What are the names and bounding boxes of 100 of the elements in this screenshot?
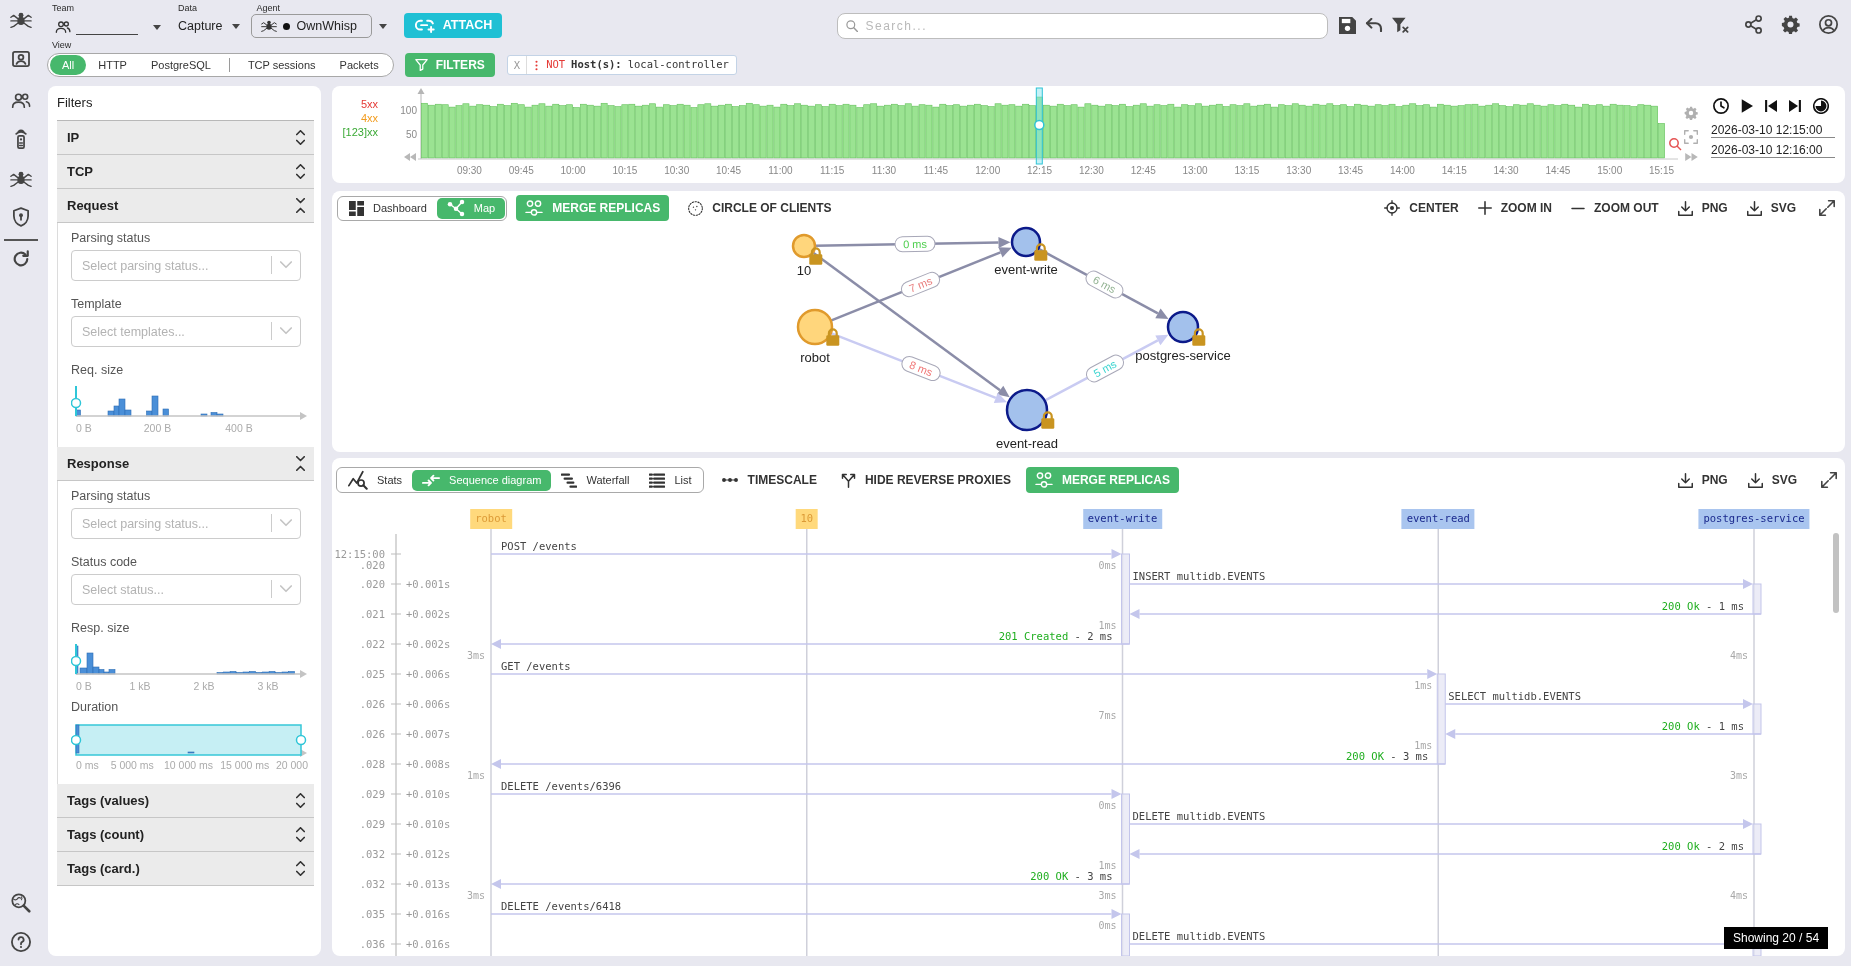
filter-icon <box>414 59 428 71</box>
caret-icon[interactable] <box>379 23 388 29</box>
axis-tick-label: 15 000 ms <box>220 759 270 771</box>
axis-tick-label: 11:15 <box>820 165 845 176</box>
settings-icon[interactable] <box>1781 15 1800 34</box>
scrollbar-thumb[interactable] <box>1833 533 1839 613</box>
client-node <box>796 308 834 346</box>
field-label: Data <box>178 3 197 13</box>
download-icon <box>1746 200 1762 216</box>
users-icon[interactable] <box>11 93 31 108</box>
date-time-field[interactable]: 2026-03-10 12:16:00 <box>1711 143 1835 158</box>
axis-tick-label: 12:15 <box>1027 165 1052 176</box>
accordion-header[interactable]: TCP <box>57 155 314 189</box>
field-label: Template <box>71 297 122 312</box>
axis-tick-label: 15:15 <box>1649 165 1674 176</box>
axis-tick-label: 11:00 <box>768 165 793 176</box>
axis-tick-label: 100 <box>400 104 417 116</box>
crosshair-icon <box>1384 200 1401 216</box>
zoom-out-button[interactable]: ZOOM OUT <box>1570 199 1659 217</box>
message-label: POST /events <box>501 541 577 552</box>
duration-label: 4ms <box>1729 649 1748 661</box>
remote-control-icon[interactable] <box>14 129 28 149</box>
time-label: .032 <box>359 848 385 860</box>
hide-proxies-toggle[interactable]: HIDE REVERSE PROXIES <box>831 467 1020 493</box>
magnifier-icon[interactable] <box>1669 138 1682 151</box>
shield-icon[interactable] <box>13 207 29 227</box>
view-tab[interactable]: List <box>639 469 702 491</box>
view-tab[interactable]: Packets <box>327 55 391 75</box>
search-icon <box>846 20 859 32</box>
range-handle[interactable] <box>71 734 82 746</box>
play-icon[interactable] <box>1741 99 1753 113</box>
search-field[interactable]: Search... <box>837 13 1329 39</box>
axis-tick-label: 12:45 <box>1130 165 1156 176</box>
select-field[interactable]: Select status... <box>71 574 301 605</box>
view-tab[interactable]: HTTP <box>86 55 139 75</box>
range-handle[interactable] <box>71 385 82 417</box>
service-node <box>1166 310 1200 344</box>
caret-icon[interactable] <box>153 24 161 30</box>
center-button[interactable]: CENTER <box>1384 199 1459 217</box>
download-button[interactable]: SVG <box>1746 199 1796 217</box>
time-label: .025 <box>359 668 385 680</box>
time-label: .035 <box>359 908 385 920</box>
download-button[interactable]: PNG <box>1677 199 1728 217</box>
expand-icon[interactable] <box>1821 472 1837 488</box>
accordion-header[interactable]: IP <box>57 121 314 155</box>
share-icon[interactable] <box>1745 15 1762 34</box>
select-field[interactable]: Select templates... <box>71 316 301 347</box>
agent-select[interactable]: OwnWhisp <box>251 14 373 38</box>
edge-label: 5 ms <box>1083 352 1127 385</box>
time-label: .022 <box>359 638 385 650</box>
data-select[interactable]: Capture <box>178 16 241 36</box>
spider-icon[interactable] <box>10 171 32 187</box>
view-tab[interactable]: Waterfall <box>551 469 640 491</box>
axis-tick-label: 10:30 <box>664 165 690 176</box>
clock-icon[interactable] <box>1713 98 1729 114</box>
contact-card-icon[interactable] <box>12 51 30 67</box>
view-tab[interactable]: Dashboard <box>339 197 437 219</box>
account-icon[interactable] <box>1819 15 1838 34</box>
fork-icon <box>840 472 856 488</box>
help-icon[interactable] <box>11 932 31 952</box>
select-field[interactable]: Select parsing status... <box>71 250 301 281</box>
timescale-toggle[interactable]: TIMESCALE <box>711 467 826 493</box>
skip-back-icon[interactable] <box>1765 100 1777 112</box>
skip-forward-icon[interactable] <box>1789 100 1801 112</box>
message-label: GET /events <box>501 661 571 672</box>
download-button[interactable]: PNG <box>1677 471 1728 489</box>
range-handle[interactable] <box>295 734 307 746</box>
circle-of-clients-toggle[interactable]: CIRCLE OF CLIENTS <box>679 195 841 221</box>
time-offset-label: +0.010s <box>406 818 451 830</box>
pie-icon[interactable] <box>1813 98 1829 114</box>
accordion-header[interactable]: Request <box>57 189 314 223</box>
time-selection-thumb[interactable] <box>1034 87 1045 165</box>
refresh-icon[interactable] <box>12 250 30 268</box>
accordion-header[interactable]: Response <box>57 447 314 481</box>
accordion-header[interactable]: Tags (card.) <box>57 852 314 886</box>
service-node <box>1005 388 1049 432</box>
vertical-dots-icon[interactable] <box>535 59 539 71</box>
range-handle[interactable] <box>71 643 82 675</box>
search-icon[interactable] <box>11 893 31 913</box>
view-tab[interactable]: TCP sessions <box>235 55 328 75</box>
download-button[interactable]: SVG <box>1747 471 1797 489</box>
save-icon[interactable] <box>1339 17 1357 34</box>
activation-bar <box>1121 913 1130 956</box>
date-time-field[interactable]: 2026-03-10 12:15:00 <box>1711 123 1835 138</box>
axis-tick-label: 12:00 <box>975 165 1001 176</box>
duration-label: 1ms <box>1098 619 1117 631</box>
accordion-header[interactable]: Tags (values) <box>57 784 314 818</box>
edge-label: 7 ms <box>898 269 943 300</box>
field-label: Status code <box>71 555 137 570</box>
accordion-header[interactable]: Tags (count) <box>57 818 314 852</box>
clear-filter-icon[interactable] <box>1391 17 1410 33</box>
fold-icon <box>296 198 305 213</box>
view-tab[interactable]: Stats <box>338 469 413 491</box>
spider-logo-icon[interactable] <box>10 12 32 28</box>
expand-icon[interactable] <box>1819 200 1835 216</box>
undo-icon[interactable] <box>1365 18 1384 32</box>
field-label: Team <box>52 3 74 13</box>
zoom-in-button[interactable]: ZOOM IN <box>1477 199 1552 217</box>
select-field[interactable]: Select parsing status... <box>71 508 301 539</box>
view-tab[interactable]: PostgreSQL <box>138 55 223 75</box>
